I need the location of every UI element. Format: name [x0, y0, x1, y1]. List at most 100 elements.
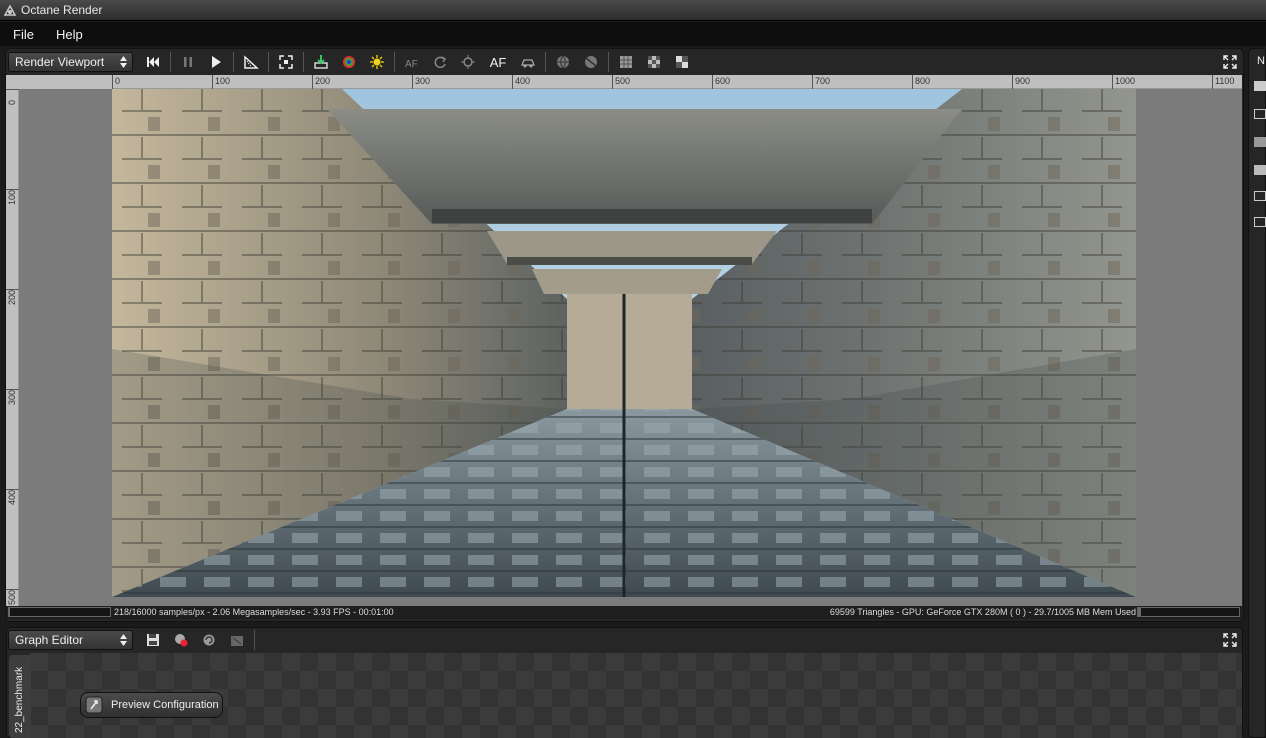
- alpha-background-button[interactable]: [671, 51, 693, 73]
- globe-rotate-icon: [585, 56, 597, 68]
- disabled-tool-button[interactable]: [226, 629, 248, 651]
- updown-arrows-icon: [120, 634, 127, 646]
- render-stats-text: 218/16000 samples/px - 2.06 Megasamples/…: [114, 607, 394, 617]
- ruler-tick-label: 1100: [1215, 76, 1235, 86]
- ruler-tick-label: 400: [515, 76, 531, 86]
- ruler-tick-label: 100: [215, 76, 231, 86]
- ruler-tick: [612, 75, 613, 89]
- ruler-tick-label: 0: [7, 99, 17, 105]
- maximize-icon: [1223, 633, 1237, 647]
- gpu-stats-text: 69599 Triangles - GPU: GeForce GTX 280M …: [829, 607, 1136, 617]
- camera-icon[interactable]: [1254, 109, 1266, 119]
- lock-render-button[interactable]: [366, 51, 388, 73]
- fit-view-icon: [279, 55, 293, 69]
- autofocus-button[interactable]: AF: [485, 51, 511, 73]
- render-output-image[interactable]: [112, 89, 1136, 597]
- autofocus-picker-button[interactable]: AF: [401, 51, 423, 73]
- graph-editor-selector-label: Graph Editor: [15, 633, 84, 647]
- ruler-icon: [244, 55, 259, 69]
- ruler-tick-label: 500: [7, 589, 17, 605]
- vertical-ruler: 0 100 200 300 400 500: [6, 89, 19, 606]
- reload-graph-button[interactable]: [198, 629, 220, 651]
- menu-help[interactable]: Help: [56, 27, 83, 42]
- play-button[interactable]: [205, 51, 227, 73]
- environment-icon[interactable]: [1254, 191, 1266, 201]
- delete-node-icon: [175, 634, 188, 647]
- copy-to-clipboard-button[interactable]: [310, 51, 332, 73]
- ruler-tick: [412, 75, 413, 89]
- recenter-view-button[interactable]: [275, 51, 297, 73]
- save-graph-button[interactable]: [142, 629, 164, 651]
- play-icon: [212, 56, 221, 68]
- graph-side-tab[interactable]: 22_benchmark: [9, 655, 31, 738]
- ruler-tick-label: 1000: [1115, 76, 1136, 86]
- pause-icon: [184, 57, 192, 67]
- settings-icon[interactable]: [1254, 217, 1266, 227]
- grid-pattern-icon: [620, 56, 632, 68]
- color-wheel-icon: [343, 56, 355, 68]
- ruler-tick-label: 0: [115, 76, 121, 86]
- node-type-icon: [85, 696, 103, 714]
- memory-usage-bar: [1137, 607, 1240, 617]
- world-picker-button[interactable]: [552, 51, 574, 73]
- ruler-tick-label: 200: [7, 289, 17, 305]
- reload-icon: [203, 634, 215, 646]
- node-tool-icon: [231, 636, 243, 646]
- alpha-checker-icon: [676, 56, 688, 68]
- toolbar-separator: [303, 52, 304, 72]
- color-picker-button[interactable]: [338, 51, 360, 73]
- focus-target-icon: [461, 55, 475, 69]
- viewport-selector[interactable]: Render Viewport: [8, 52, 133, 72]
- maximize-graph-button[interactable]: [1219, 629, 1241, 651]
- ruler-tick-label: 900: [1015, 76, 1031, 86]
- viewport-selector-label: Render Viewport: [15, 55, 105, 69]
- toolbar-separator: [268, 52, 269, 72]
- background-toggle-button[interactable]: [615, 51, 637, 73]
- restart-render-button[interactable]: [142, 51, 164, 73]
- maximize-viewport-button[interactable]: [1219, 51, 1241, 73]
- render-scene: [112, 89, 1136, 597]
- skip-back-icon: [147, 57, 159, 67]
- ruler-tick-label: 100: [7, 189, 17, 205]
- window-title: Octane Render: [21, 3, 103, 17]
- ruler-tick-label: 500: [615, 76, 631, 86]
- menu-file[interactable]: File: [13, 27, 34, 42]
- maximize-icon: [1223, 55, 1237, 69]
- updown-arrows-icon: [120, 56, 127, 68]
- material-icon[interactable]: [1254, 137, 1266, 147]
- world-rotate-button[interactable]: [580, 51, 602, 73]
- graph-side-tab-label: 22_benchmark: [14, 666, 25, 733]
- toolbar-separator: [254, 630, 255, 650]
- graph-editor-selector[interactable]: Graph Editor: [8, 630, 133, 650]
- pause-button[interactable]: [177, 51, 199, 73]
- right-panel-header: N: [1257, 55, 1265, 67]
- ruler-corner: [6, 75, 112, 89]
- right-side-panel: N: [1248, 48, 1266, 738]
- graph-toolbar: [142, 629, 255, 651]
- material-picker-button[interactable]: [517, 51, 539, 73]
- rotate-picker-button[interactable]: [429, 51, 451, 73]
- checker-background-button[interactable]: [643, 51, 665, 73]
- download-arrow-icon: [314, 55, 328, 69]
- ruler-tick-label: 300: [415, 76, 431, 86]
- preview-configuration-node[interactable]: Preview Configuration: [80, 692, 223, 718]
- ruler-tick-label: 800: [915, 76, 931, 86]
- image-icon[interactable]: [1254, 81, 1266, 91]
- title-bar: Octane Render: [0, 0, 1266, 21]
- delete-node-button[interactable]: [170, 629, 192, 651]
- set-region-button[interactable]: [240, 51, 262, 73]
- svg-text:AF: AF: [405, 59, 418, 70]
- render-progress-fill: [9, 608, 11, 616]
- ruler-tick: [212, 75, 213, 89]
- sun-icon: [370, 55, 384, 69]
- horizontal-ruler: 0 100 200 300 400 500 600 700 800 900 1000 1100: [112, 75, 1242, 89]
- ruler-tick: [1112, 75, 1113, 89]
- af-picker-icon: AF: [405, 59, 418, 70]
- rotate-icon: [434, 56, 447, 69]
- ruler-tick: [712, 75, 713, 89]
- texture-icon[interactable]: [1254, 165, 1266, 175]
- ruler-tick: [112, 75, 113, 89]
- render-progress-bar: [8, 607, 111, 617]
- menu-bar: File Help: [0, 22, 1266, 46]
- focus-picker-button[interactable]: [457, 51, 479, 73]
